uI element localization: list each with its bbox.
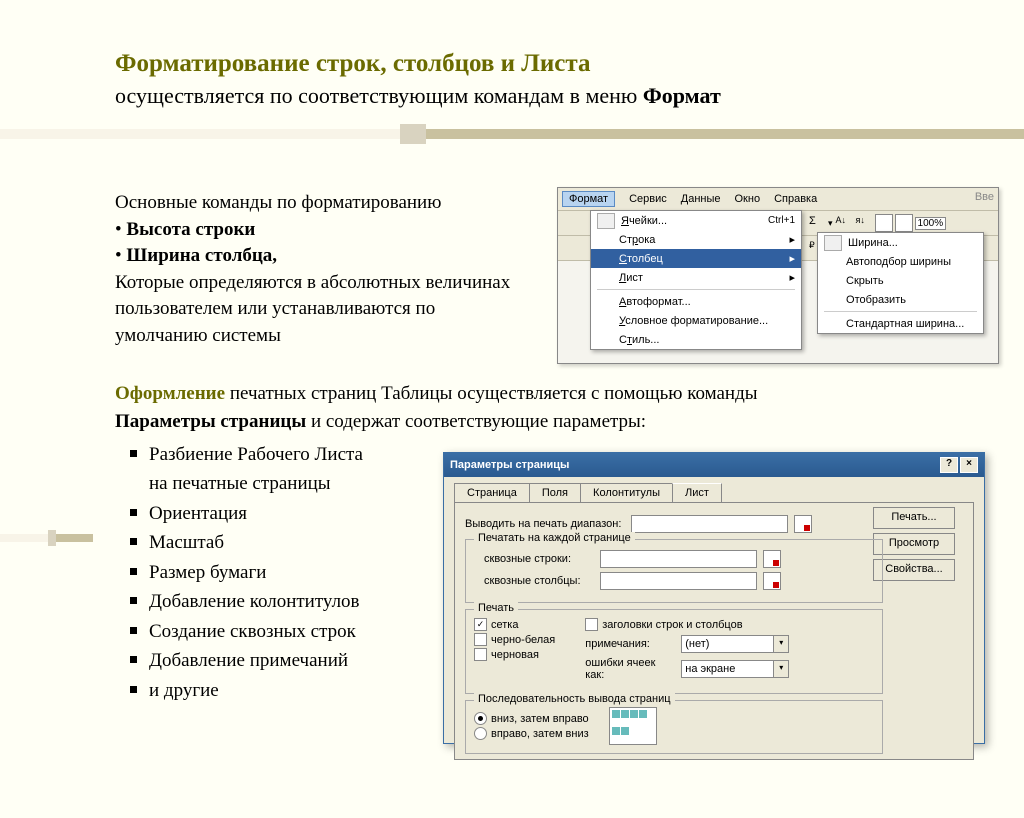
preview-button[interactable]: Просмотр [873, 533, 955, 555]
grid-checkbox[interactable]: ✓сетка [474, 618, 555, 631]
tab-headers[interactable]: Колонтитулы [580, 483, 673, 502]
sort-desc-icon[interactable]: я↓ [855, 214, 873, 232]
page-setup-dialog: Параметры страницы ? × Страница Поля Кол… [443, 452, 985, 744]
menu-service[interactable]: Сервис [629, 193, 667, 205]
sm-autofit[interactable]: Автоподбор ширины [818, 252, 983, 271]
zoom-box[interactable]: 100% [915, 217, 947, 230]
width-icon [824, 235, 842, 251]
notes-combo[interactable]: (нет)▾ [681, 635, 789, 653]
sm-show[interactable]: Отобразить [818, 290, 983, 309]
sort-asc-icon[interactable]: A↓ [835, 214, 853, 232]
dd-conditional[interactable]: Условное форматирование... [591, 311, 801, 330]
range-input[interactable] [631, 515, 788, 533]
each-page-group: Печатать на каждой странице сквозные стр… [465, 539, 883, 603]
right-down-radio[interactable]: вправо, затем вниз [474, 727, 589, 740]
headers-checkbox[interactable]: заголовки строк и столбцов [585, 618, 789, 631]
dialog-tabs: Страница Поля Колонтитулы Лист [454, 483, 984, 502]
menu-help[interactable]: Справка [774, 193, 817, 205]
tab-sheet[interactable]: Лист [672, 483, 722, 502]
cells-icon [597, 213, 615, 229]
dd-column[interactable]: Столбец▸ [591, 249, 801, 268]
chart-icon[interactable] [875, 214, 893, 232]
menu-format[interactable]: Формат [562, 191, 615, 207]
tab-fields[interactable]: Поля [529, 483, 581, 502]
rows-picker-icon[interactable] [763, 550, 781, 568]
slide-subtitle: осуществляется по соответствующим команд… [115, 83, 1024, 109]
dd-sheet[interactable]: Лист▸ [591, 268, 801, 287]
menu-data[interactable]: Данные [681, 193, 721, 205]
left-text-block: Основные команды по форматированию • Выс… [115, 190, 525, 350]
menu-window[interactable]: Окно [735, 193, 761, 205]
sum-icon[interactable]: Σ [808, 214, 826, 232]
column-submenu: Ширина... Автоподбор ширины Скрыть Отобр… [817, 232, 984, 334]
dialog-titlebar: Параметры страницы ? × [444, 453, 984, 477]
range-picker-icon[interactable] [794, 515, 812, 533]
sm-width[interactable]: Ширина... [818, 233, 983, 252]
parameters-list: Разбиение Рабочего Листа на печатные стр… [130, 440, 450, 705]
errors-combo[interactable]: на экране▾ [681, 660, 789, 678]
dd-cells[interactable]: Ячейки...Ctrl+1 [591, 211, 801, 230]
print-button[interactable]: Печать... [873, 507, 955, 529]
properties-button[interactable]: Свойства... [873, 559, 955, 581]
dd-row-item[interactable]: Строка▸ [591, 230, 801, 249]
page-order-icon [609, 707, 657, 745]
through-cols-input[interactable] [600, 572, 757, 590]
print-group: Печать ✓сетка черно-белая черновая загол… [465, 609, 883, 694]
slide-title: Форматирование строк, столбцов и Листа [115, 50, 1024, 78]
cols-picker-icon[interactable] [763, 572, 781, 590]
small-divider [0, 534, 93, 542]
dd-autoformat[interactable]: Автоформат... [591, 292, 801, 311]
dd-style[interactable]: Стиль... [591, 330, 801, 349]
draft-checkbox[interactable]: черновая [474, 648, 555, 661]
close-button[interactable]: × [960, 457, 978, 473]
bw-checkbox[interactable]: черно-белая [474, 633, 555, 646]
sm-hide[interactable]: Скрыть [818, 271, 983, 290]
tab-page[interactable]: Страница [454, 483, 530, 502]
through-rows-input[interactable] [600, 550, 757, 568]
drawing-icon[interactable] [895, 214, 913, 232]
help-button[interactable]: ? [940, 457, 958, 473]
truncated-text: Вве [975, 191, 994, 203]
menubar: Формат Сервис Данные Окно Справка Вве [558, 188, 998, 211]
divider-rule [0, 129, 1024, 139]
range-label: Выводить на печать диапазон: [465, 518, 625, 530]
order-group: Последовательность вывода страниц вниз, … [465, 700, 883, 754]
ofor-paragraph: Оформление печатных страниц Таблицы осущ… [115, 380, 965, 435]
sm-std-width[interactable]: Стандартная ширина... [818, 314, 983, 333]
down-right-radio[interactable]: вниз, затем вправо [474, 712, 589, 725]
format-dropdown: Ячейки...Ctrl+1 Строка▸ Столбец▸ Лист▸ А… [590, 210, 802, 350]
menu-screenshot: Формат Сервис Данные Окно Справка Вве Σ … [557, 187, 999, 364]
